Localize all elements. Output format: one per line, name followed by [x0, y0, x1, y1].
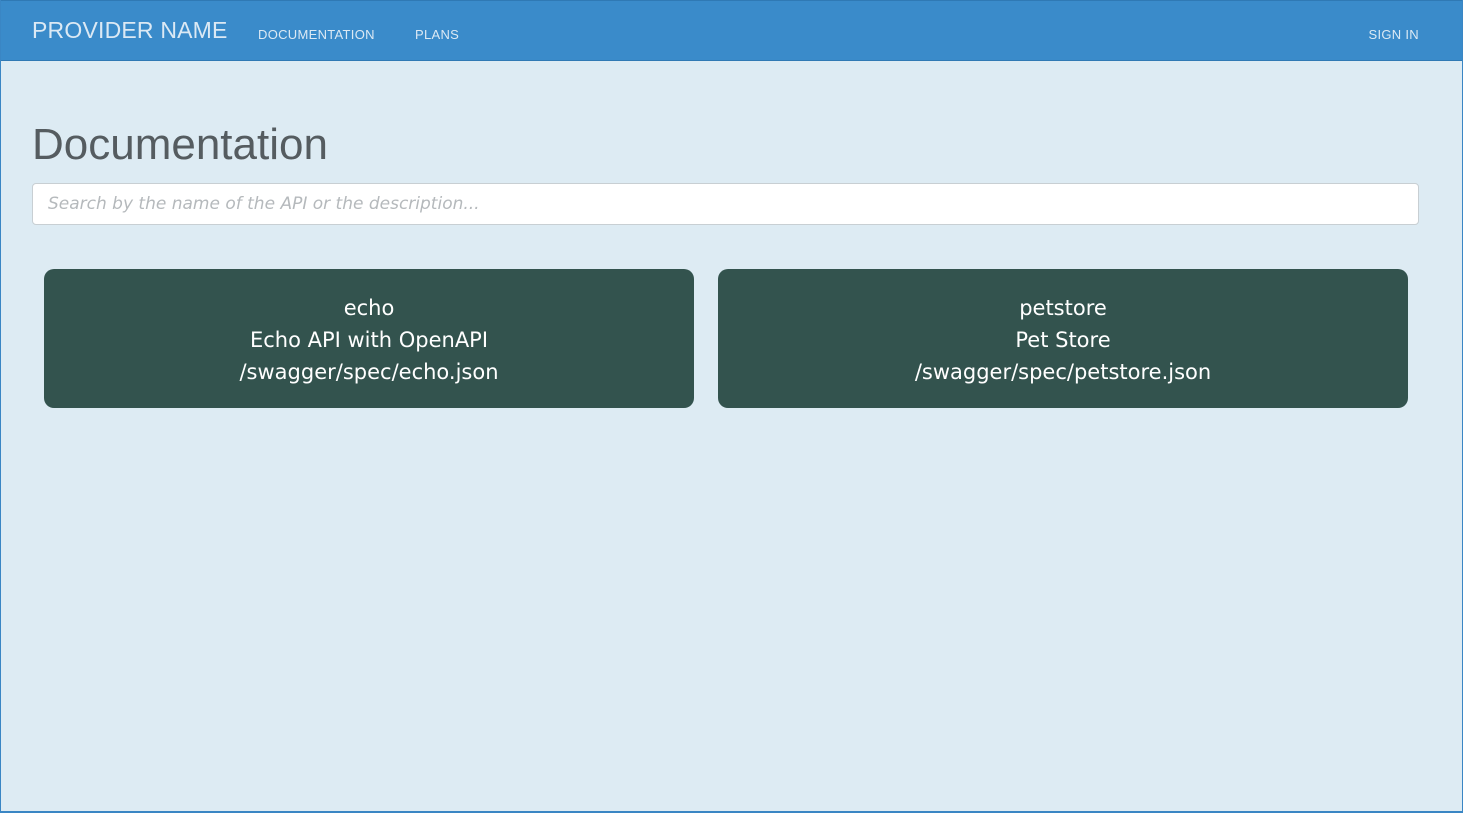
nav-link-plans[interactable]: PLANS: [415, 27, 459, 42]
brand-link[interactable]: PROVIDER NAME: [32, 17, 228, 44]
nav-link-documentation[interactable]: DOCUMENTATION: [258, 27, 375, 42]
sign-in-link[interactable]: SIGN IN: [1369, 27, 1420, 42]
api-card-echo[interactable]: echo Echo API with OpenAPI /swagger/spec…: [44, 269, 694, 408]
api-card-name: petstore: [1019, 296, 1107, 320]
api-card-petstore[interactable]: petstore Pet Store /swagger/spec/petstor…: [718, 269, 1408, 408]
page-title: Documentation: [32, 120, 328, 169]
api-card-spec-path: /swagger/spec/petstore.json: [914, 360, 1212, 384]
top-navbar: PROVIDER NAME DOCUMENTATION PLANS SIGN I…: [1, 0, 1462, 61]
api-card-name: echo: [343, 296, 395, 320]
api-card-description: Echo API with OpenAPI: [249, 328, 489, 352]
api-card-description: Pet Store: [1015, 328, 1111, 352]
api-card-spec-path: /swagger/spec/echo.json: [239, 360, 499, 384]
api-search-input[interactable]: [32, 183, 1419, 225]
